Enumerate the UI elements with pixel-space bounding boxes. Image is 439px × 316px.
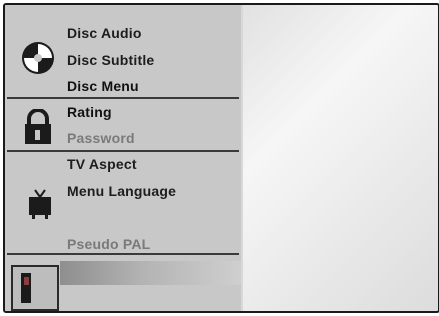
speaker-icon: [21, 273, 31, 303]
setup-menu-panel: Disc Audio Disc Subtitle Disc Menu Ratin…: [5, 5, 243, 311]
padlock-icon: [25, 109, 51, 144]
bottom-icon-box[interactable]: [11, 265, 59, 311]
setup-screen: Disc Audio Disc Subtitle Disc Menu Ratin…: [3, 3, 439, 313]
selection-highlight-bar[interactable]: [60, 261, 241, 285]
menu-item-disc-audio[interactable]: Disc Audio: [67, 25, 142, 41]
menu-item-tv-aspect[interactable]: TV Aspect: [67, 156, 137, 172]
menu-item-disc-menu[interactable]: Disc Menu: [67, 78, 139, 94]
menu-item-menu-language[interactable]: Menu Language: [67, 183, 176, 199]
menu-item-password[interactable]: Password: [67, 130, 135, 146]
disc-icon: [22, 42, 54, 74]
menu-item-pseudo-pal[interactable]: Pseudo PAL: [67, 236, 150, 252]
group-divider: [7, 97, 239, 99]
group-divider: [7, 150, 239, 152]
group-divider: [7, 253, 239, 255]
menu-item-rating[interactable]: Rating: [67, 104, 112, 120]
tv-icon: [29, 189, 51, 219]
menu-item-disc-subtitle[interactable]: Disc Subtitle: [67, 52, 154, 68]
